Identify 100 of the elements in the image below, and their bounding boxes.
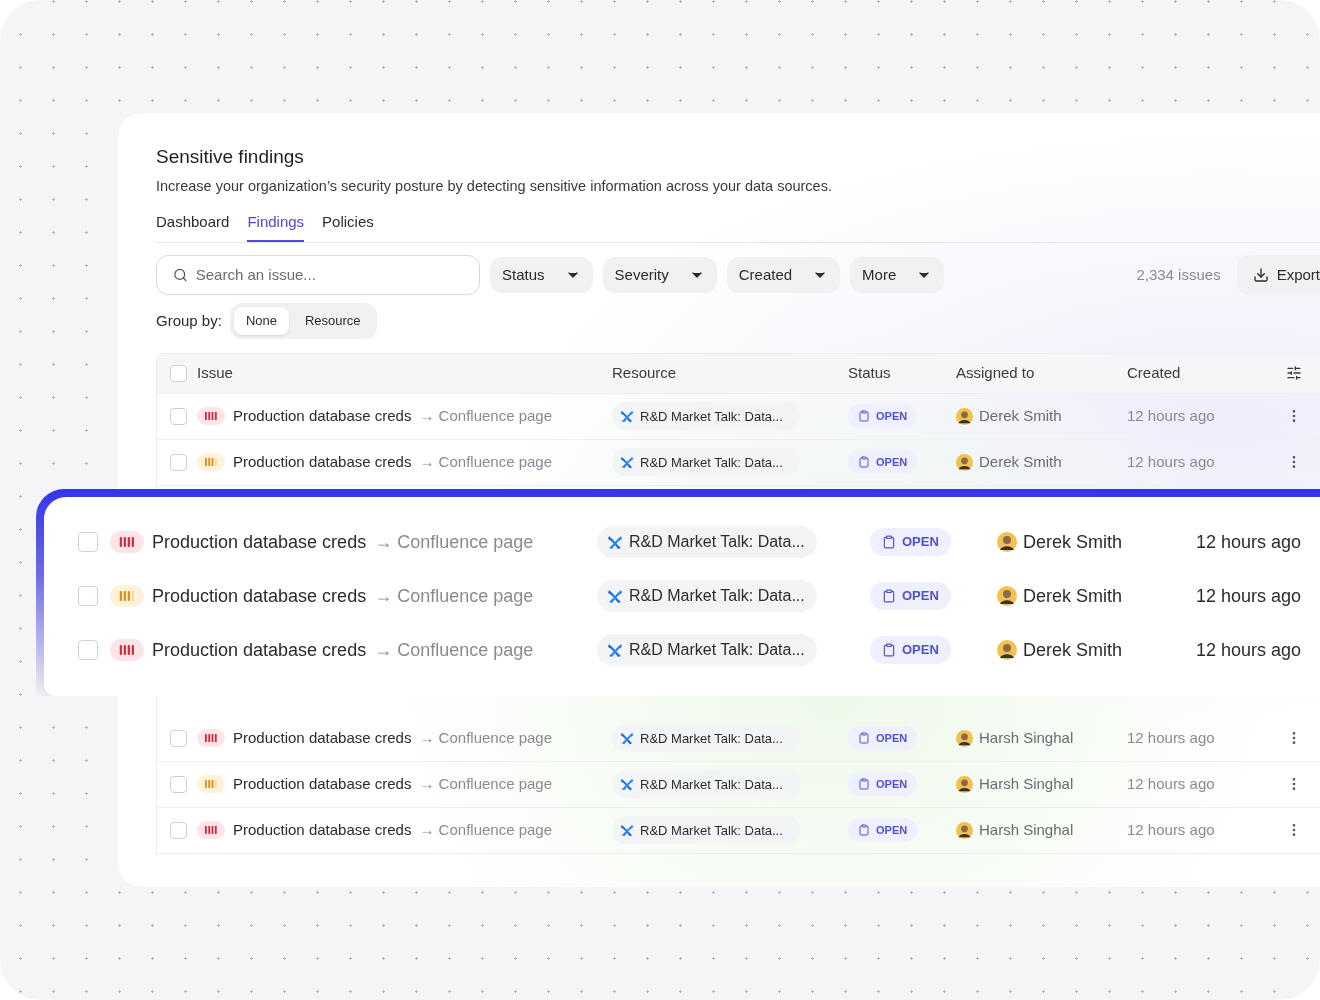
row-checkbox[interactable] xyxy=(170,364,187,382)
cross-logo-icon xyxy=(620,777,634,792)
issue-title: Production database creds xyxy=(152,638,367,662)
assignee-name: Derek Smith xyxy=(979,452,1062,472)
cross-logo-icon xyxy=(620,823,634,838)
resource-chip: R&D Market Talk: Data... xyxy=(597,634,817,666)
created-time: 12 hours ago xyxy=(1127,774,1215,794)
status-badge: OPEN xyxy=(870,582,951,610)
assignee-name: Derek Smith xyxy=(1023,638,1123,662)
row-checkbox[interactable] xyxy=(78,640,98,660)
created-time: 12 hours ago xyxy=(1127,452,1215,472)
column-header: Issue xyxy=(197,364,233,381)
search-input[interactable]: Search an issue... xyxy=(195,263,463,286)
column-header: Status xyxy=(848,364,891,381)
created-time: 12 hours ago xyxy=(1127,728,1215,748)
page-title: Sensitive findings xyxy=(156,145,305,169)
row-checkbox[interactable] xyxy=(78,532,98,552)
created-time: 12 hours ago xyxy=(1196,638,1302,662)
created-time: 12 hours ago xyxy=(1127,820,1215,840)
row-checkbox[interactable] xyxy=(170,453,187,471)
clipboard-icon xyxy=(858,824,870,837)
issue-target: → Confluence page xyxy=(374,530,534,554)
issue-target: → Confluence page xyxy=(419,774,553,794)
tab[interactable]: Dashboard xyxy=(156,211,230,242)
avatar-icon xyxy=(956,775,973,793)
status-badge: OPEN xyxy=(848,818,918,843)
filter-dropdown[interactable]: Created xyxy=(726,256,841,293)
resource-chip: R&D Market Talk: Data... xyxy=(612,816,800,845)
avatar-icon xyxy=(956,407,973,425)
clipboard-icon xyxy=(858,410,870,423)
assignee-name: Derek Smith xyxy=(1023,584,1123,608)
issue-target: → Confluence page xyxy=(419,406,553,426)
status-badge: OPEN xyxy=(870,528,951,556)
assignee-name: Harsh Singhal xyxy=(979,820,1074,840)
resource-chip: R&D Market Talk: Data... xyxy=(612,402,800,431)
issue-title: Production database creds xyxy=(233,820,412,840)
issue-count: 2,334 issues xyxy=(1136,264,1221,285)
avatar-icon xyxy=(956,453,973,471)
status-badge: OPEN xyxy=(848,404,918,429)
clipboard-icon xyxy=(882,535,896,549)
clipboard-icon xyxy=(858,456,870,469)
page-description: Increase your organization’s security posture by detecting sensitive information across your data sources. xyxy=(156,176,833,196)
issue-title: Production database creds xyxy=(152,530,367,554)
filter-dropdown[interactable]: Status xyxy=(490,256,593,293)
assignee-name: Harsh Singhal xyxy=(979,774,1074,794)
search-field[interactable]: Search an issue... xyxy=(156,254,480,295)
row-checkbox[interactable] xyxy=(170,821,187,839)
resource-chip: R&D Market Talk: Data... xyxy=(597,526,817,558)
issue-target: → Confluence page xyxy=(374,638,534,662)
assignee-name: Harsh Singhal xyxy=(979,728,1074,748)
cross-logo-icon xyxy=(607,534,623,550)
row-checkbox[interactable] xyxy=(170,407,187,425)
search-icon xyxy=(173,266,188,283)
cross-logo-icon xyxy=(620,409,634,424)
group-option[interactable]: Resource xyxy=(292,306,373,335)
clipboard-icon xyxy=(882,643,896,657)
tab[interactable]: Findings xyxy=(247,211,305,242)
column-header: Assigned to xyxy=(956,364,1035,381)
clipboard-icon xyxy=(858,778,870,791)
group-option[interactable]: None xyxy=(233,306,289,335)
assignee-name: Derek Smith xyxy=(979,406,1062,426)
issue-title: Production database creds xyxy=(233,406,412,426)
column-settings-icon xyxy=(1286,365,1302,382)
row-checkbox[interactable] xyxy=(170,775,187,793)
created-time: 12 hours ago xyxy=(1127,406,1215,426)
issue-title: Production database creds xyxy=(233,728,412,748)
issue-title: Production database creds xyxy=(233,452,412,472)
status-badge: OPEN xyxy=(848,726,918,751)
filter-dropdown[interactable]: More xyxy=(850,256,945,293)
row-checkbox[interactable] xyxy=(170,729,187,747)
avatar-icon xyxy=(997,586,1017,606)
avatar-icon xyxy=(956,821,973,839)
export-button[interactable]: Export xyxy=(1236,254,1320,295)
cross-logo-icon xyxy=(620,455,634,470)
clipboard-icon xyxy=(882,589,896,603)
cross-logo-icon xyxy=(620,731,634,746)
cross-logo-icon xyxy=(607,642,623,658)
created-time: 12 hours ago xyxy=(1196,584,1302,608)
avatar-icon xyxy=(956,729,973,747)
status-badge: OPEN xyxy=(870,636,951,664)
issue-title: Production database creds xyxy=(233,774,412,794)
filter-dropdown[interactable]: Severity xyxy=(602,256,717,293)
created-time: 12 hours ago xyxy=(1196,530,1302,554)
column-header: Resource xyxy=(612,364,677,381)
resource-chip: R&D Market Talk: Data... xyxy=(597,580,817,612)
issue-target: → Confluence page xyxy=(419,728,553,748)
assignee-name: Derek Smith xyxy=(1023,530,1123,554)
tab[interactable]: Policies xyxy=(322,211,374,242)
status-badge: OPEN xyxy=(848,450,918,475)
avatar-icon xyxy=(997,532,1017,552)
cross-logo-icon xyxy=(607,588,623,604)
issue-target: → Confluence page xyxy=(419,820,553,840)
row-checkbox[interactable] xyxy=(78,586,98,606)
issue-title: Production database creds xyxy=(152,584,367,608)
resource-chip: R&D Market Talk: Data... xyxy=(612,724,800,753)
issue-target: → Confluence page xyxy=(374,584,534,608)
issue-target: → Confluence page xyxy=(419,452,553,472)
avatar-icon xyxy=(997,640,1017,660)
column-header: Created xyxy=(1127,364,1181,381)
resource-chip: R&D Market Talk: Data... xyxy=(612,448,800,477)
